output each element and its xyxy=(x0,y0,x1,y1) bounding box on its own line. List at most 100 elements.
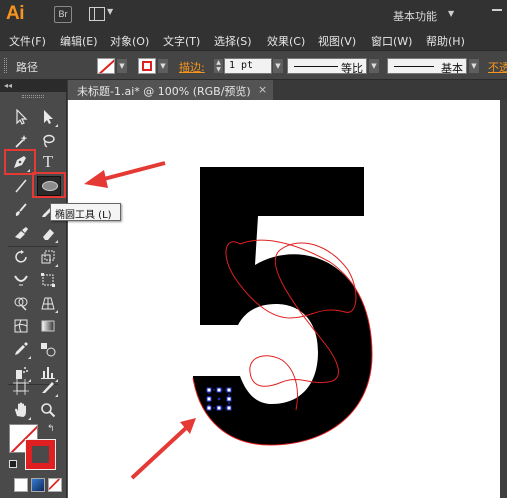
gradient-mode-button[interactable] xyxy=(31,478,45,492)
minimize-window-button[interactable] xyxy=(463,2,507,16)
eraser-tool[interactable] xyxy=(37,222,59,244)
menu-edit[interactable]: 编辑(E) xyxy=(60,30,98,49)
stroke-weight-spinner[interactable]: ▲ ▼ xyxy=(214,59,223,73)
gradient-tool[interactable] xyxy=(37,315,59,337)
fill-dropdown-icon[interactable]: ▼ xyxy=(117,59,127,73)
rotate-tool[interactable] xyxy=(10,246,32,268)
selection-tool[interactable] xyxy=(10,106,32,128)
stroke-weight-input[interactable]: 1 pt xyxy=(224,58,272,74)
tab-document[interactable]: 未标题-1.ai* @ 100% (RGB/预览) xyxy=(68,80,273,100)
pen-tool[interactable] xyxy=(9,151,31,173)
paintbrush-tool[interactable] xyxy=(10,199,32,221)
perspective-grid-icon xyxy=(41,297,55,310)
opacity-panel-link[interactable]: 不透 xyxy=(488,59,507,75)
hand-tool[interactable] xyxy=(10,399,32,421)
menu-select[interactable]: 选择(S) xyxy=(214,30,252,49)
blend-tool[interactable] xyxy=(37,338,59,360)
brush-dropdown-icon[interactable]: ▼ xyxy=(469,59,479,73)
brush-line-preview xyxy=(394,66,434,67)
slice-tool[interactable] xyxy=(37,376,59,398)
blob-brush-icon xyxy=(15,227,28,239)
hollow-arrow-pointer-icon xyxy=(44,110,53,124)
zoom-tool[interactable] xyxy=(37,399,59,421)
mesh-tool[interactable] xyxy=(10,315,32,337)
workspace-switcher[interactable]: 基本功能 xyxy=(393,8,437,24)
app-logo: Ai xyxy=(6,3,25,24)
arrow-pointer-icon xyxy=(16,109,28,125)
menu-help[interactable]: 帮助(H) xyxy=(426,30,465,49)
bridge-button[interactable]: Br xyxy=(54,6,72,23)
scale-tool[interactable] xyxy=(37,246,59,268)
stroke-color-box[interactable] xyxy=(25,439,56,470)
menu-file[interactable]: 文件(F) xyxy=(9,30,46,49)
control-bar: 路径 ▼ ▼ 描边: ▲ ▼ 1 pt ▼ 等比 ▼ 基本 ▼ 不透 xyxy=(0,50,507,80)
stroke-dropdown-icon[interactable]: ▼ xyxy=(158,59,168,73)
line-segment-tool[interactable] xyxy=(10,175,32,197)
stroke-swatch-icon xyxy=(142,61,152,71)
eyedropper-icon xyxy=(15,342,28,355)
menu-object[interactable]: 对象(O) xyxy=(110,30,149,49)
artboard-tool[interactable] xyxy=(10,376,32,398)
blend-icon xyxy=(41,343,56,357)
brush-label: 基本 xyxy=(441,62,463,75)
hand-icon xyxy=(15,402,26,417)
magic-wand-icon xyxy=(15,135,28,148)
menu-window[interactable]: 窗口(W) xyxy=(371,30,412,49)
menu-type[interactable]: 文字(T) xyxy=(163,30,200,49)
shape-builder-tool[interactable] xyxy=(10,292,32,314)
perspective-grid-tool[interactable] xyxy=(37,292,59,314)
variable-width-profile-select[interactable]: 等比 xyxy=(287,58,367,75)
close-tab-icon[interactable]: × xyxy=(258,83,267,96)
eyedropper-tool[interactable] xyxy=(10,338,32,360)
width-tool[interactable] xyxy=(10,269,32,291)
vertical-scrollbar[interactable] xyxy=(500,100,507,498)
blob-brush-tool[interactable] xyxy=(10,222,32,244)
profile-line-preview xyxy=(294,66,338,67)
menu-bar: 文件(F) 编辑(E) 对象(O) 文字(T) 选择(S) 效果(C) 视图(V… xyxy=(0,30,507,50)
tools-panel-header[interactable]: ◂◂ xyxy=(0,80,67,92)
stroke-color-swatch[interactable] xyxy=(138,58,156,74)
line-segment-icon xyxy=(15,179,27,193)
stroke-weight-dropdown-icon[interactable]: ▼ xyxy=(273,59,283,73)
title-bar: Ai Br ▼ 基本功能 ▼ xyxy=(0,0,507,30)
pen-nib-icon xyxy=(14,156,26,168)
menu-effect[interactable]: 效果(C) xyxy=(267,30,305,49)
workspace-chevron-down-icon[interactable]: ▼ xyxy=(448,9,454,18)
profile-dropdown-icon[interactable]: ▼ xyxy=(369,59,379,73)
lasso-tool[interactable] xyxy=(37,130,59,152)
fill-color-swatch[interactable] xyxy=(97,58,115,74)
scale-icon xyxy=(41,250,55,264)
none-mode-button[interactable] xyxy=(48,478,62,492)
paintbrush-icon xyxy=(15,203,27,216)
rotate-icon xyxy=(15,250,27,263)
direct-selection-tool[interactable] xyxy=(37,106,59,128)
mesh-icon xyxy=(14,319,28,333)
color-mode-button[interactable] xyxy=(14,478,28,492)
default-fill-stroke-icon[interactable] xyxy=(9,460,17,468)
arrange-documents-icon[interactable] xyxy=(89,7,105,21)
eraser-icon xyxy=(43,229,54,240)
menu-view[interactable]: 视图(V) xyxy=(318,30,356,49)
swap-fill-stroke-icon[interactable]: ↰ xyxy=(47,424,55,434)
ellipse-tool-tooltip: 椭圆工具 (L) xyxy=(50,203,121,221)
selection-type-label: 路径 xyxy=(16,61,38,74)
type-tool[interactable]: T xyxy=(37,151,59,173)
stroke-panel-link[interactable]: 描边: xyxy=(179,59,205,75)
panel-grip-icon[interactable] xyxy=(4,58,7,73)
magnifier-icon xyxy=(41,403,56,418)
free-transform-tool[interactable] xyxy=(37,269,59,291)
ellipse-tool[interactable] xyxy=(37,176,61,196)
gradient-icon xyxy=(41,320,55,332)
none-slash-icon xyxy=(49,479,60,490)
toolbox-grip-icon[interactable] xyxy=(22,95,44,98)
ellipse-icon xyxy=(42,181,58,191)
brush-definition-select[interactable]: 基本 xyxy=(387,58,467,75)
slice-knife-icon xyxy=(42,382,54,393)
chevron-down-icon[interactable]: ▼ xyxy=(107,7,113,16)
lasso-icon xyxy=(43,134,55,148)
artboard-canvas[interactable] xyxy=(68,100,500,498)
free-transform-icon xyxy=(41,273,55,287)
width-tool-icon xyxy=(14,275,28,286)
shape-builder-icon xyxy=(14,297,28,311)
artboard-icon xyxy=(13,379,29,395)
